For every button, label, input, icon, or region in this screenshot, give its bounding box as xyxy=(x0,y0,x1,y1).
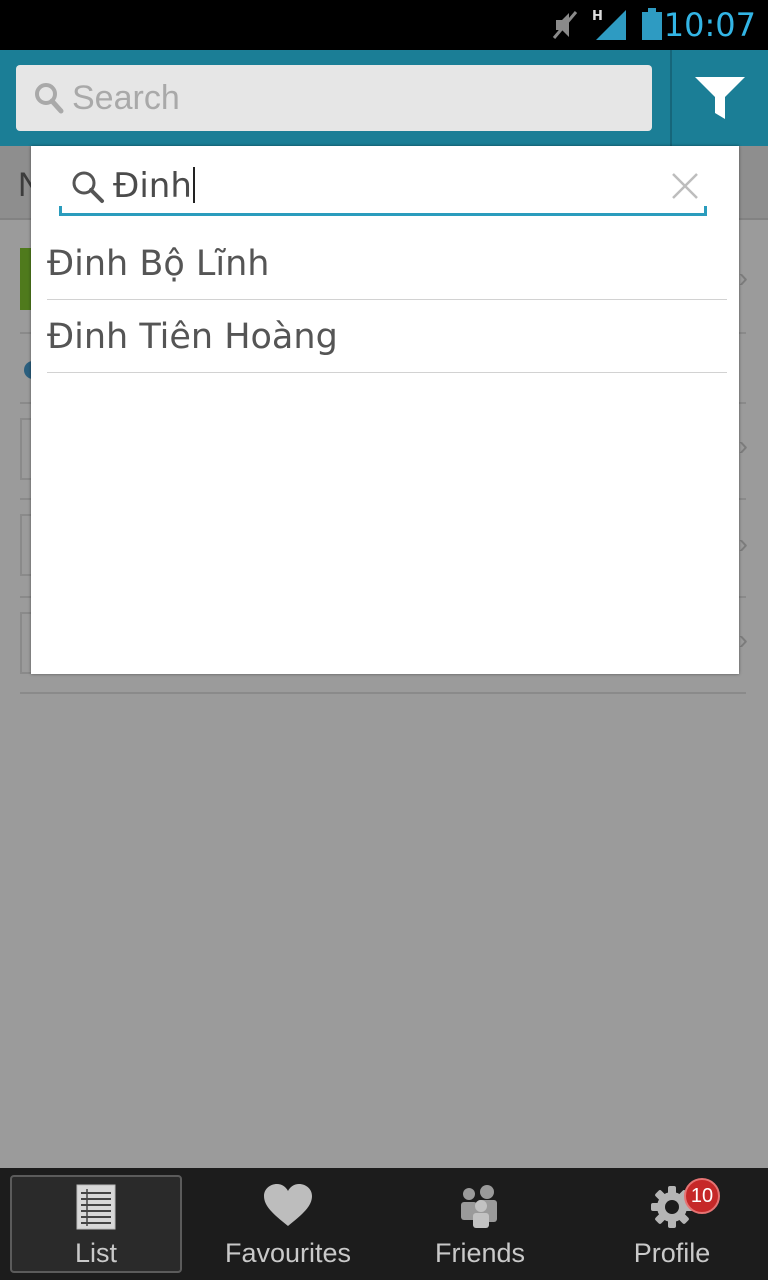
app-header: Search xyxy=(0,50,768,146)
search-placeholder: Search xyxy=(72,79,180,117)
nav-profile[interactable]: Profile xyxy=(576,1168,768,1280)
nav-label: Favourites xyxy=(224,1238,352,1268)
result-item[interactable]: Đinh Bộ Lĩnh xyxy=(47,226,727,300)
text-cursor xyxy=(192,167,195,203)
result-item[interactable]: Đinh Tiên Hoàng xyxy=(47,299,727,373)
nav-label: Friends xyxy=(434,1238,526,1268)
search-icon xyxy=(35,83,64,114)
clock: 10:07 xyxy=(663,6,756,44)
list-icon xyxy=(76,1184,116,1230)
chevron-right-icon: › xyxy=(738,262,748,293)
nav-list[interactable]: List xyxy=(0,1168,192,1280)
chevron-right-icon: › xyxy=(738,528,748,559)
chevron-right-icon: › xyxy=(738,430,748,461)
chevron-right-icon: › xyxy=(738,624,748,655)
battery-icon xyxy=(642,8,662,40)
dialog-search-field[interactable]: Đinh xyxy=(59,164,707,216)
friends-icon xyxy=(461,1185,497,1228)
result-label: Đinh Bộ Lĩnh xyxy=(47,244,270,284)
background-divider xyxy=(20,692,746,694)
heart-icon xyxy=(264,1184,312,1226)
status-bar: H 10:07 xyxy=(0,0,768,50)
search-dialog: Đinh Đinh Bộ Lĩnh Đinh Tiên Hoàng xyxy=(31,146,739,674)
filter-icon xyxy=(695,77,745,119)
signal-h-icon: H xyxy=(592,9,626,40)
nav-label: List xyxy=(74,1238,118,1268)
nav-favourites[interactable]: Favourites xyxy=(192,1168,384,1280)
mute-icon xyxy=(552,11,578,39)
nav-label: Profile xyxy=(633,1238,711,1268)
search-input[interactable]: Search xyxy=(16,65,652,131)
svg-text:H: H xyxy=(592,9,603,24)
nav-friends[interactable]: Friends xyxy=(384,1168,576,1280)
search-query[interactable]: Đinh xyxy=(113,166,195,206)
result-label: Đinh Tiên Hoàng xyxy=(47,317,338,357)
notification-badge: 10 xyxy=(684,1178,720,1214)
bottom-nav: List Favourites Friends Profile xyxy=(0,1168,768,1280)
filter-button[interactable] xyxy=(670,50,768,146)
close-icon[interactable] xyxy=(671,172,699,200)
search-icon xyxy=(72,171,104,203)
